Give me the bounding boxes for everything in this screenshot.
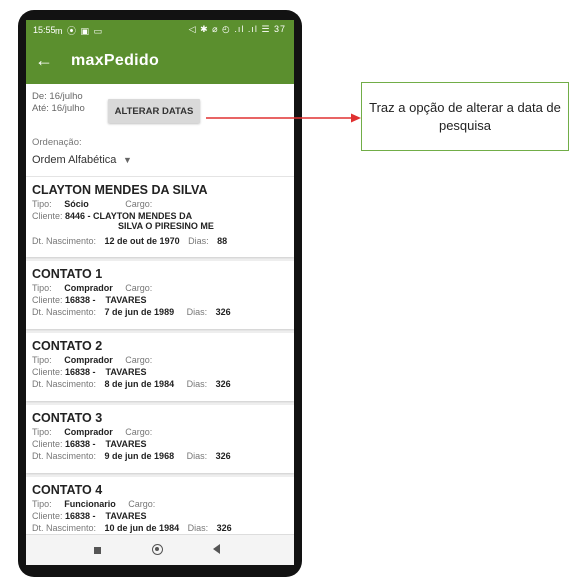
arrow-head-icon (351, 113, 361, 123)
callout-box: Traz a opção de alterar a data de pesqui… (361, 82, 569, 151)
